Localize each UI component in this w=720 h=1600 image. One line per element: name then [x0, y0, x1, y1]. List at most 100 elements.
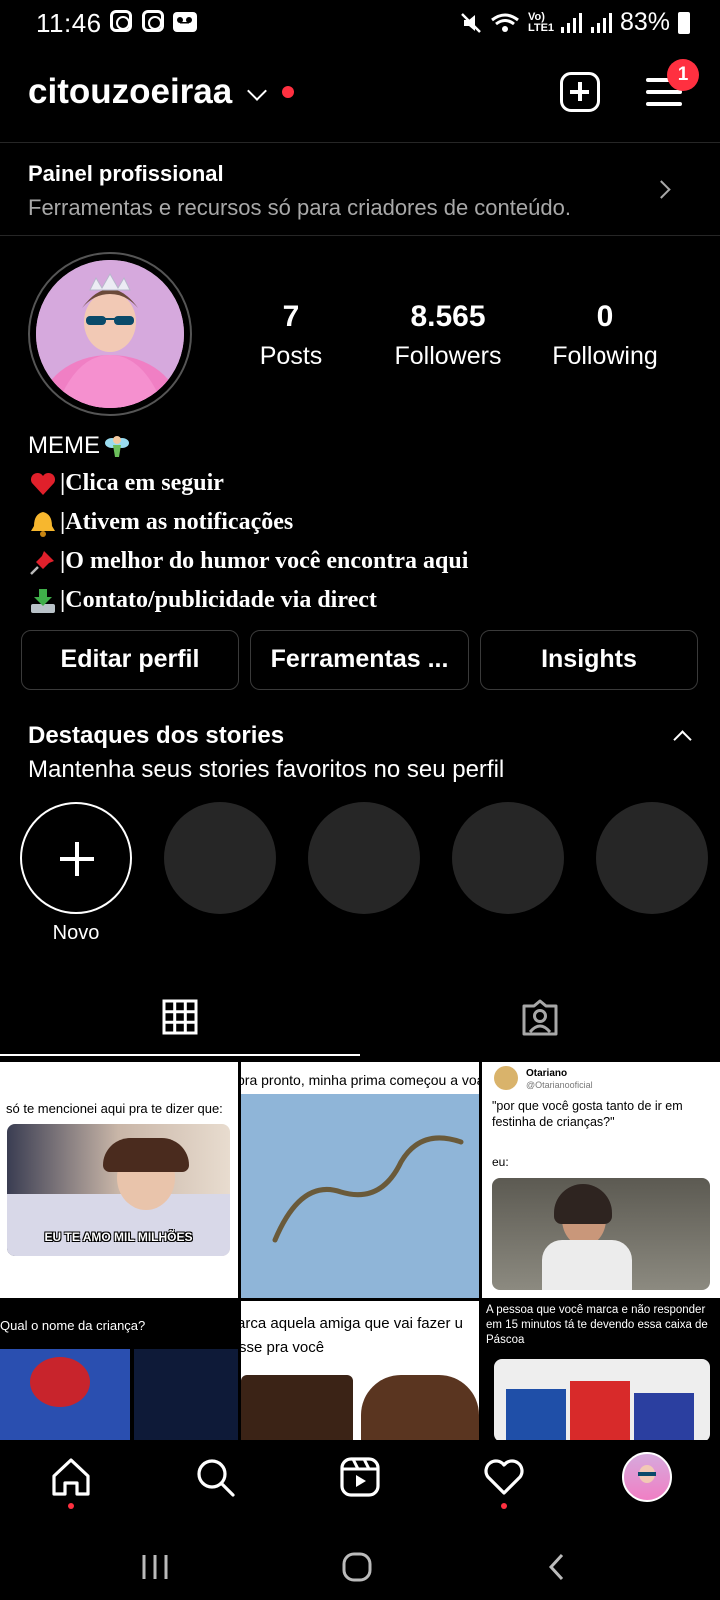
posts-count[interactable]: 7 Posts	[206, 300, 376, 371]
post-image	[134, 1349, 238, 1442]
account-notification-dot	[282, 86, 294, 98]
post-image	[241, 1375, 353, 1442]
stat-number: 8.565	[410, 300, 486, 333]
post-thumbnail[interactable]: A pessoa que você marca e não responder …	[482, 1301, 720, 1442]
snake-picture	[272, 1135, 464, 1243]
activity-dot	[501, 1503, 507, 1509]
bio-line: |Ativem as notificações	[28, 503, 468, 542]
post-caption-secondary: eu:	[492, 1155, 509, 1169]
chevron-down-icon[interactable]	[247, 81, 267, 101]
empty-highlight-placeholder	[596, 802, 708, 914]
mute-icon	[461, 12, 481, 33]
tab-grid-posts[interactable]	[162, 999, 198, 1035]
stat-label: Following	[552, 342, 658, 370]
following-count[interactable]: 0 Following	[520, 300, 690, 371]
bio-name-row: MEME	[28, 428, 468, 464]
empty-highlight-placeholder	[164, 802, 276, 914]
heart-icon	[30, 472, 56, 495]
post-author: Otariano	[526, 1068, 568, 1079]
post-thumbnail[interactable]: arca aquela amiga que vai fazer u sse pr…	[241, 1301, 479, 1442]
active-tab-indicator	[0, 1054, 360, 1056]
profile-avatar[interactable]	[28, 252, 192, 416]
avatar-picture	[36, 260, 184, 408]
fairy-icon	[105, 436, 129, 457]
post-thumbnail[interactable]: Otariano @Otarianooficial "por que você …	[482, 1062, 720, 1298]
post-image	[0, 1349, 130, 1442]
heart-icon[interactable]	[482, 1457, 526, 1497]
instagram-notification-icon	[110, 10, 132, 32]
highlights-title: Destaques dos stories	[28, 722, 285, 749]
home-button-icon[interactable]	[341, 1551, 373, 1583]
post-thumbnail[interactable]: pra pronto, minha prima começou a voar	[241, 1062, 479, 1298]
instagram-notification-icon	[142, 10, 164, 32]
post-caption: pra pronto, minha prima começou a voar	[241, 1072, 479, 1088]
bottom-navigation	[0, 1440, 720, 1528]
tools-button[interactable]: Ferramentas ...	[250, 630, 469, 690]
post-thumbnail[interactable]: Qual o nome da criança?	[0, 1301, 238, 1442]
battery-percent: 83%	[619, 8, 670, 36]
status-time: 11:46	[36, 8, 102, 38]
home-activity-dot	[68, 1503, 74, 1509]
status-bar: 11:46 Vo) LTE1 83%	[0, 0, 720, 44]
create-button[interactable]	[560, 72, 600, 112]
empty-highlight-placeholder	[452, 802, 564, 914]
home-icon[interactable]	[50, 1456, 92, 1498]
new-highlight-label: Novo	[52, 922, 100, 944]
post-image-text: EU TE AMO MIL MILHÕES	[44, 1230, 193, 1244]
post-caption: só te mencionei aqui pra te dizer que:	[6, 1101, 223, 1116]
new-highlight-button[interactable]	[20, 802, 132, 914]
voicemail-icon	[173, 12, 197, 32]
network-label: Vo) LTE1	[527, 10, 555, 34]
post-image	[494, 1359, 710, 1442]
stat-label: Followers	[394, 342, 502, 370]
professional-dashboard-row[interactable]: Painel profissional Ferramentas e recurs…	[0, 142, 720, 236]
post-thumbnail[interactable]: só te mencionei aqui pra te dizer que: E…	[0, 1062, 238, 1298]
insights-button[interactable]: Insights	[480, 630, 698, 690]
inbox-tray-icon	[31, 588, 55, 613]
bell-icon	[31, 511, 55, 537]
reels-icon[interactable]	[339, 1456, 381, 1498]
bio-line: |Clica em seguir	[28, 464, 468, 503]
signal-icon	[590, 12, 612, 33]
post-caption: arca aquela amiga que vai fazer u	[241, 1315, 463, 1332]
display-name: MEME	[28, 432, 100, 459]
stat-number: 7	[282, 300, 300, 333]
post-image: EU TE AMO MIL MILHÕES	[7, 1124, 230, 1256]
bio-text: |Contato/publicidade via direct	[60, 587, 377, 613]
chevron-up-icon[interactable]	[673, 730, 692, 749]
search-icon[interactable]	[194, 1456, 236, 1498]
stat-label: Posts	[259, 342, 323, 370]
stat-number: 0	[596, 300, 614, 333]
username-switcher[interactable]: citouzoeiraa	[28, 72, 232, 112]
bio-text: |Ativem as notificações	[60, 509, 294, 535]
menu-notification-badge: 1	[667, 59, 699, 91]
empty-highlight-placeholder	[308, 802, 420, 914]
bio-text: |Clica em seguir	[60, 470, 224, 496]
post-caption: "por que você gosta tanto de ir em festi…	[492, 1099, 683, 1129]
recent-apps-icon[interactable]	[140, 1552, 170, 1582]
panel-subtitle: Ferramentas e recursos só para criadores…	[28, 195, 571, 220]
post-caption-secondary: sse pra você	[241, 1339, 325, 1356]
post-caption: A pessoa que você marca e não responder …	[486, 1304, 708, 1346]
wifi-icon	[491, 13, 519, 32]
highlights-subtitle: Mantenha seus stories favoritos no seu p…	[28, 756, 505, 783]
chevron-right-icon	[652, 180, 671, 199]
edit-profile-button[interactable]: Editar perfil	[21, 630, 239, 690]
profile-header: citouzoeiraa 1	[0, 59, 720, 130]
tab-tagged-posts[interactable]	[520, 998, 560, 1038]
posts-grid: só te mencionei aqui pra te dizer que: E…	[0, 1062, 720, 1442]
followers-count[interactable]: 8.565 Followers	[363, 300, 533, 371]
bio-text: |O melhor do humor você encontra aqui	[60, 548, 469, 574]
profile-tabs	[0, 980, 720, 1056]
battery-icon	[678, 11, 690, 34]
post-image	[361, 1375, 479, 1442]
bio-line: |O melhor do humor você encontra aqui	[28, 542, 468, 581]
status-right-group: Vo) LTE1 83%	[460, 8, 690, 37]
avatar-image	[36, 260, 184, 408]
post-caption: Qual o nome da criança?	[0, 1318, 146, 1333]
profile-tab-avatar[interactable]	[622, 1452, 672, 1502]
post-image	[492, 1178, 710, 1290]
signal-icon	[560, 12, 582, 33]
panel-title: Painel profissional	[28, 161, 224, 186]
back-icon[interactable]	[546, 1552, 568, 1582]
